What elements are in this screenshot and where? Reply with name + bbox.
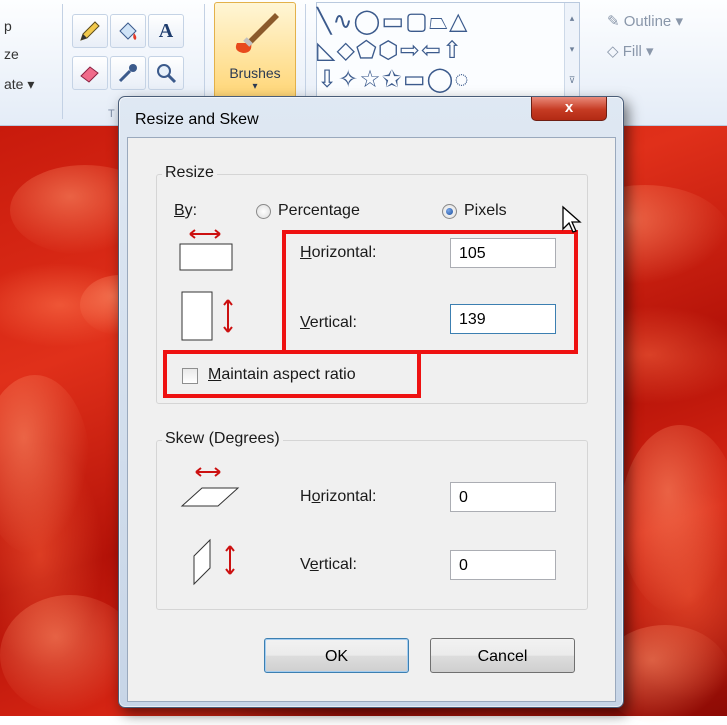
shapes-row[interactable]: ⇩✧☆✩▭◯◌ bbox=[317, 65, 561, 94]
fill-icon: ◇ bbox=[607, 43, 619, 60]
skew-vertical-icon bbox=[184, 534, 248, 590]
mouse-cursor-icon bbox=[561, 205, 585, 235]
outline-button[interactable]: ✎ Outline ▾ bbox=[607, 12, 683, 30]
ribbon-label-resize[interactable]: ze bbox=[4, 46, 19, 62]
ok-button[interactable]: OK bbox=[264, 638, 409, 673]
magnifier-icon[interactable] bbox=[148, 56, 184, 90]
fill-bucket-icon[interactable] bbox=[110, 14, 146, 48]
by-label-accel: B bbox=[174, 202, 185, 219]
skew-horizontal-label: Horizontal: bbox=[300, 488, 377, 506]
pencil-outline-icon: ✎ bbox=[607, 13, 620, 30]
shapes-row[interactable]: ◺◇⬠⬡⇨⇦⇧ bbox=[317, 36, 561, 65]
skew-vertical-pre: V bbox=[300, 556, 310, 573]
scroll-down-icon[interactable]: ▾ bbox=[565, 34, 579, 65]
tools-group-caption: T bbox=[108, 108, 115, 120]
dialog-title: Resize and Skew bbox=[135, 111, 259, 128]
brush-icon bbox=[229, 9, 281, 57]
by-label: By: bbox=[174, 202, 197, 220]
shapes-row[interactable]: ╲∿◯▭▢⏢△ bbox=[317, 7, 561, 36]
resize-skew-dialog: Resize and Skew x Resize By: Percentage … bbox=[118, 96, 624, 708]
skew-vertical-accel: e bbox=[309, 556, 319, 573]
resize-vertical-icon bbox=[176, 288, 246, 348]
pixels-label[interactable]: Pixels bbox=[464, 202, 507, 220]
pencil-icon[interactable] bbox=[72, 14, 108, 48]
dialog-body: Resize By: Percentage Pixels Horizontal:… bbox=[127, 137, 616, 702]
pixels-radio[interactable] bbox=[442, 204, 457, 219]
brushes-label: Brushes bbox=[229, 65, 281, 81]
resize-horizontal-icon bbox=[176, 226, 236, 276]
scroll-up-icon[interactable]: ▴ bbox=[565, 3, 579, 34]
skew-vertical-input[interactable]: 0 bbox=[450, 550, 556, 580]
fill-button[interactable]: ◇ Fill ▾ bbox=[607, 42, 654, 60]
ribbon-label-1[interactable]: p bbox=[4, 18, 12, 34]
eraser-icon[interactable] bbox=[72, 56, 108, 90]
shapes-gallery[interactable]: ╲∿◯▭▢⏢△ ◺◇⬠⬡⇨⇦⇧ ⇩✧☆✩▭◯◌ ▴ ▾ ⊽ bbox=[316, 2, 580, 98]
brushes-button[interactable]: Brushes ▾ bbox=[214, 2, 296, 100]
dimensions-highlight-box bbox=[282, 230, 578, 354]
skew-horizontal-input[interactable]: 0 bbox=[450, 482, 556, 512]
skew-horizontal-pre: H bbox=[300, 488, 312, 505]
aspect-ratio-highlight-box bbox=[163, 350, 421, 398]
expand-gallery-icon[interactable]: ⊽ bbox=[565, 65, 579, 96]
fill-label: Fill ▾ bbox=[622, 43, 654, 60]
skew-horizontal-icon bbox=[178, 464, 242, 514]
color-picker-icon[interactable] bbox=[110, 56, 146, 90]
ribbon-separator bbox=[62, 4, 63, 119]
shapes-scrollbar[interactable]: ▴ ▾ ⊽ bbox=[564, 3, 579, 97]
skew-vertical-text: rtical: bbox=[318, 556, 357, 573]
skew-horizontal-text: rizontal: bbox=[320, 488, 377, 505]
cancel-button[interactable]: Cancel bbox=[430, 638, 575, 673]
resize-group-label: Resize bbox=[162, 164, 217, 182]
skew-vertical-label: Vertical: bbox=[300, 556, 357, 574]
by-label-text: y: bbox=[184, 202, 198, 219]
brushes-dropdown-arrow: ▾ bbox=[252, 81, 258, 92]
close-button[interactable]: x bbox=[531, 97, 607, 121]
percentage-label[interactable]: Percentage bbox=[278, 202, 360, 220]
text-icon[interactable]: A bbox=[148, 14, 184, 48]
percentage-radio[interactable] bbox=[256, 204, 271, 219]
outline-label: Outline ▾ bbox=[623, 13, 683, 30]
skew-group-label: Skew (Degrees) bbox=[162, 430, 283, 448]
ribbon-label-rotate[interactable]: ate ▾ bbox=[4, 76, 34, 93]
